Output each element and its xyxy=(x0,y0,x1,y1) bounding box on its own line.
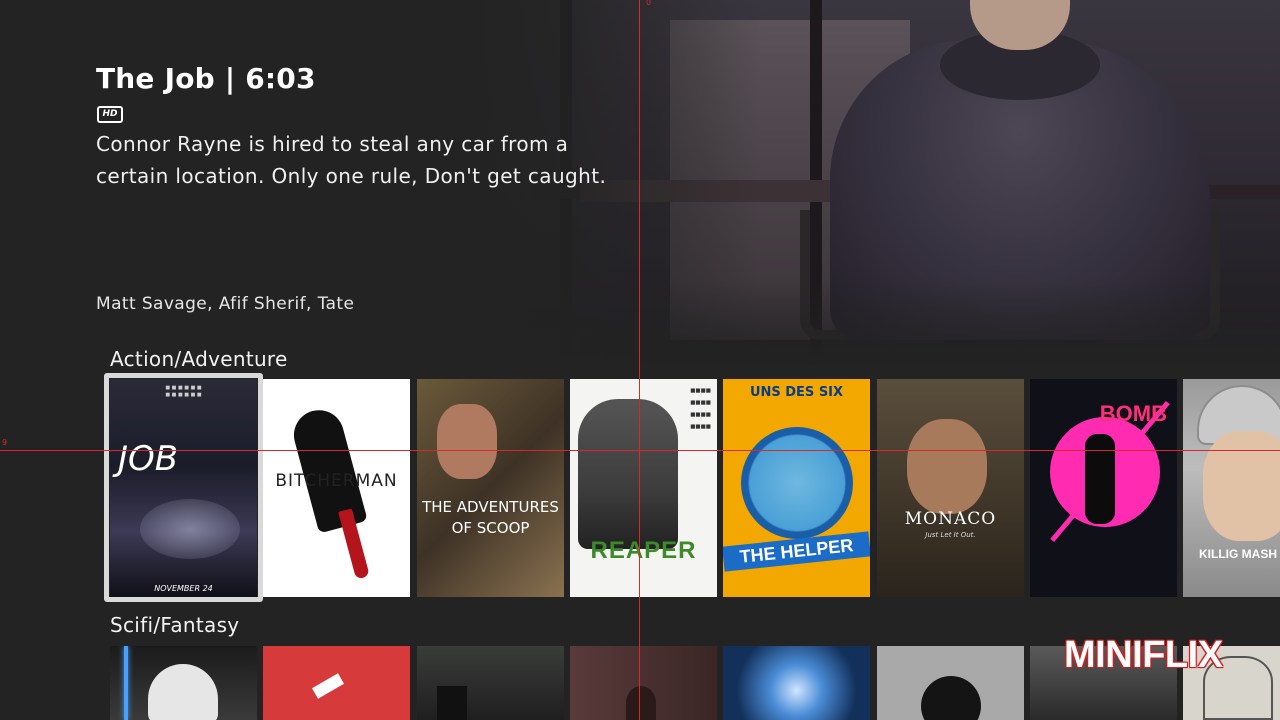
poster-the-helper[interactable]: UNS DES SIX THE HELPER xyxy=(723,379,870,597)
featured-cast: Matt Savage, Afif Sherif, Tate xyxy=(96,294,355,314)
poster-scifi-1[interactable] xyxy=(110,646,257,720)
poster-scifi-5[interactable] xyxy=(723,646,870,720)
poster-art xyxy=(741,427,853,539)
poster-art xyxy=(148,664,218,720)
poster-art xyxy=(288,404,368,534)
miniflix-logo: MINIFLIX xyxy=(1064,634,1223,676)
poster-killig-mash[interactable]: KILLIG MASH xyxy=(1183,379,1280,597)
poster-header: UNS DES SIX xyxy=(749,385,844,400)
poster-art xyxy=(626,686,656,720)
poster-scifi-6[interactable] xyxy=(877,646,1024,720)
poster-adventures-of-scoop[interactable]: THE ADVENTURES OF SCOOP xyxy=(417,379,564,597)
poster-art xyxy=(124,646,128,720)
featured-title: The Job | 6:03 xyxy=(96,62,316,95)
poster-bomb[interactable]: BOMB xyxy=(1030,379,1177,597)
poster-tagline: Just Let It Out. xyxy=(925,531,976,539)
poster-title: MONACO xyxy=(904,509,997,529)
poster-credits: ■■■■ ■■■■ ■■■■ ■■■■ xyxy=(690,388,711,430)
guide-marker-left: 9 xyxy=(2,438,8,447)
poster-art xyxy=(1085,434,1115,524)
horizontal-guide-line xyxy=(0,450,1280,451)
poster-bitcherman[interactable]: BITCHERMAN xyxy=(263,379,410,597)
row-label-scifi-fantasy: Scifi/Fantasy xyxy=(110,613,240,637)
poster-art xyxy=(312,673,344,699)
poster-scifi-3[interactable] xyxy=(417,646,564,720)
vertical-guide-line xyxy=(639,0,640,720)
poster-title: BITCHERMAN xyxy=(275,471,398,491)
poster-art xyxy=(1203,431,1280,541)
poster-art xyxy=(907,419,987,514)
poster-title: BOMB xyxy=(1099,401,1167,426)
guide-marker-top: 0 xyxy=(646,0,652,7)
row-label-action-adventure: Action/Adventure xyxy=(110,347,288,371)
poster-art xyxy=(921,676,981,720)
poster-scifi-2[interactable] xyxy=(263,646,410,720)
hd-badge: HD xyxy=(97,106,123,123)
poster-monaco[interactable]: MONACO Just Let It Out. xyxy=(877,379,1024,597)
poster-scifi-4[interactable] xyxy=(570,646,717,720)
poster-art xyxy=(437,404,497,479)
poster-art xyxy=(437,686,467,720)
featured-synopsis: Connor Rayne is hired to steal any car f… xyxy=(96,132,607,188)
poster-title: THE ADVENTURES OF SCOOP xyxy=(422,498,559,537)
poster-title: REAPER xyxy=(590,537,697,564)
poster-reaper[interactable]: ■■■■ ■■■■ ■■■■ ■■■■ REAPER xyxy=(570,379,717,597)
selection-focus-ring xyxy=(104,373,263,602)
poster-title: KILLIG MASH xyxy=(1199,547,1277,561)
